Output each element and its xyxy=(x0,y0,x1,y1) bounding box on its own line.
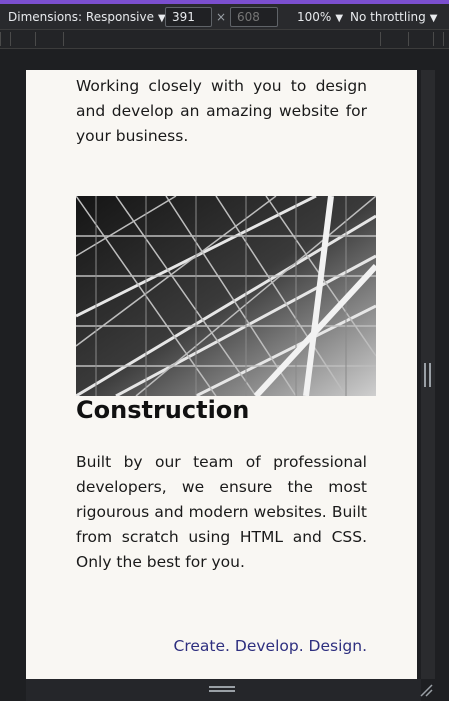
resize-corner-icon[interactable] xyxy=(419,683,433,697)
chevron-down-icon: ▼ xyxy=(335,13,344,24)
width-input[interactable] xyxy=(165,7,212,27)
throttling-dropdown[interactable]: No throttling ▼ xyxy=(350,10,437,24)
dimensions-label: Dimensions: Responsive xyxy=(8,10,154,24)
zoom-label: 100% xyxy=(297,10,332,24)
construction-photo xyxy=(75,194,379,399)
height-input[interactable] xyxy=(230,7,278,27)
tagline: Create. Develop. Design. xyxy=(173,637,367,655)
throttling-label: No throttling xyxy=(350,10,426,24)
intro-paragraph: Working closely with you to design and d… xyxy=(76,77,367,145)
dimensions-dropdown[interactable]: Dimensions: Responsive ▼ xyxy=(8,10,166,24)
media-query-bar[interactable] xyxy=(0,30,449,49)
section-body: Built by our team of professional develo… xyxy=(76,453,367,571)
resize-handle-horizontal-icon[interactable] xyxy=(209,686,235,692)
media-query-segment[interactable] xyxy=(10,32,36,46)
zoom-dropdown[interactable]: 100% ▼ xyxy=(297,10,343,24)
resize-handle-vertical-icon[interactable] xyxy=(424,363,431,387)
section-title: Construction xyxy=(76,396,250,424)
steel-structure-image xyxy=(75,194,379,399)
chevron-down-icon: ▼ xyxy=(429,13,438,24)
page-viewport[interactable]: Working closely with you to design and d… xyxy=(26,70,417,679)
media-query-segment[interactable] xyxy=(408,32,434,46)
device-toolbar: Dimensions: Responsive▼ × 100%▼ No throt… xyxy=(0,4,449,30)
times-sign: × xyxy=(216,10,227,24)
